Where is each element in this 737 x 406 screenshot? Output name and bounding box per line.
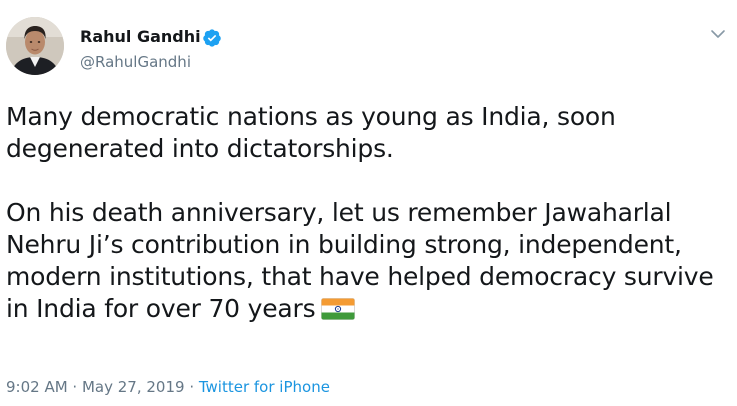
tweet-source-link[interactable]: Twitter for iPhone [199, 378, 330, 396]
verified-badge-icon [203, 29, 221, 47]
tweet-last-line: in India for over 70 years [6, 293, 731, 325]
tweet-line: Many democratic nations as young as Indi… [6, 102, 616, 131]
flag-india-icon [321, 298, 356, 320]
tweet-meta: 9:02 AM · May 27, 2019 · Twitter for iPh… [6, 378, 330, 396]
author-name[interactable]: Rahul Gandhi [80, 27, 201, 46]
tweet-time[interactable]: 9:02 AM [6, 378, 68, 396]
tweet-line: On his death anniversary, let us remembe… [6, 198, 672, 227]
tweet-date[interactable]: May 27, 2019 [82, 378, 185, 396]
meta-separator: · [67, 378, 82, 396]
meta-separator: · [184, 378, 199, 396]
avatar[interactable] [6, 17, 64, 75]
tweet-line: Nehru Ji’s contribution in building stro… [6, 230, 682, 259]
tweet-card: Rahul Gandhi @RahulGandhi Many democrati… [0, 0, 737, 406]
author-handle[interactable]: @RahulGandhi [80, 53, 191, 71]
tweet-line: degenerated into dictatorships. [6, 134, 394, 163]
tweet-text: Many democratic nations as young as Indi… [6, 101, 731, 325]
tweet-line: modern institutions, that have helped de… [6, 262, 714, 291]
chevron-down-icon[interactable] [709, 27, 727, 41]
tweet-line: in India for over 70 years [6, 294, 316, 323]
